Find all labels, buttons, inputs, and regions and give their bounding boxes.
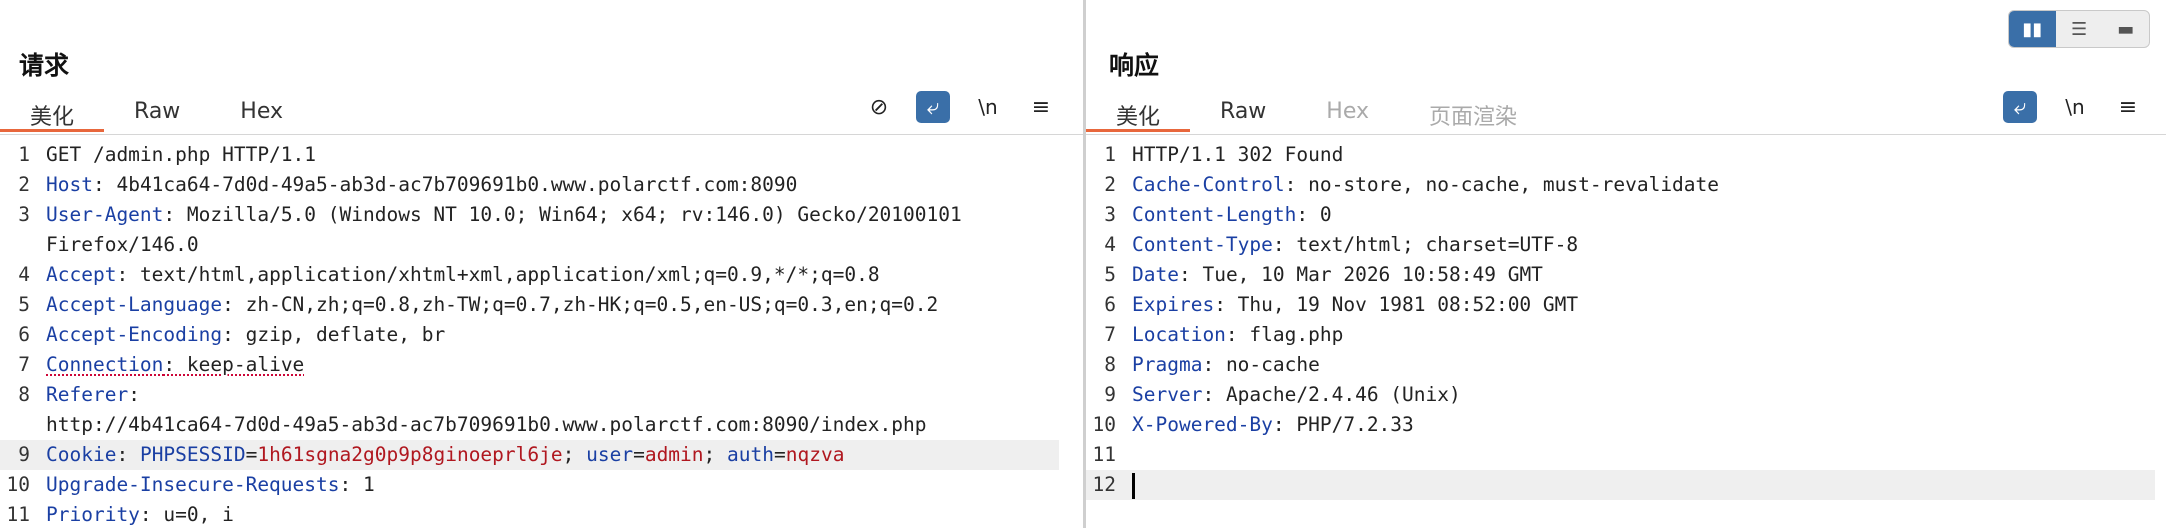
code-line: 10 Upgrade-Insecure-Requests: 1 (6, 473, 375, 496)
request-tabs: 美化 Raw Hex (0, 96, 313, 134)
code-line-cookie: 9 Cookie: PHPSESSID=1h61sgna2g0p9p8ginoep… (0, 440, 1059, 470)
code-line: 2 Host: 4b41ca64-7d0d-49a5-ab3d-ac7b70969… (18, 173, 798, 196)
code-line: 2 Cache-Control: no-store, no-cache, must… (1104, 173, 1720, 196)
request-title: 请求 (19, 51, 70, 80)
tab-pretty[interactable]: 美化 (1086, 96, 1191, 132)
code-line: 4 Accept: text/html,application/xhtml+xml… (18, 263, 880, 286)
code-line: 7 Location: flag.php (1104, 323, 1344, 346)
tab-divider (0, 134, 1083, 135)
request-editor[interactable]: 1 GET /admin.php HTTP/1.1 2 Host: 4b41ca64… (0, 140, 1083, 530)
newline-toggle-button[interactable]: \n (971, 91, 1005, 123)
response-title: 响应 (1109, 51, 1160, 80)
tab-pretty[interactable]: 美化 (0, 96, 105, 132)
code-line: 11 (1092, 443, 1116, 466)
tab-render[interactable]: 页面渲染 (1399, 96, 1547, 131)
word-wrap-icon[interactable]: ⤶ (2003, 91, 2037, 123)
code-line: 8 Pragma: no-cache (1104, 353, 1320, 376)
text-caret (1132, 472, 1135, 499)
tab-hex[interactable]: Hex (1296, 96, 1399, 131)
tab-divider (1086, 134, 2166, 135)
tab-hex[interactable]: Hex (210, 96, 313, 131)
code-line: 3 Content-Length: 0 (1104, 203, 1332, 226)
response-panel: 响应 美化 Raw Hex 页面渲染 ⤶ \n ≡ 1 HTTP/1.1 302 … (1086, 0, 2175, 528)
word-wrap-icon[interactable]: ⤶ (916, 91, 950, 123)
code-line: 11 Priority: u=0, i (6, 503, 234, 526)
tab-raw[interactable]: Raw (1190, 96, 1296, 131)
menu-icon[interactable]: ≡ (1024, 91, 1058, 123)
code-line: 10 X-Powered-By: PHP/7.2.33 (1092, 413, 1414, 436)
code-line-current: 12 (1086, 470, 2155, 500)
response-editor[interactable]: 1 HTTP/1.1 302 Found 2 Cache-Control: no-s… (1086, 140, 2175, 500)
code-line: 5 Date: Tue, 10 Mar 2026 10:58:49 GMT (1104, 263, 1543, 286)
newline-toggle-button[interactable]: \n (2058, 91, 2092, 123)
code-line: 6 Accept-Encoding: gzip, deflate, br (18, 323, 446, 346)
hide-icon[interactable]: ⊘ (862, 91, 896, 123)
tab-raw[interactable]: Raw (104, 96, 210, 131)
menu-icon[interactable]: ≡ (2111, 91, 2145, 123)
request-panel: 请求 美化 Raw Hex ⊘ ⤶ \n ≡ 1 GET /admin.php H… (0, 0, 1083, 528)
response-tabs: 美化 Raw Hex 页面渲染 (1086, 96, 1547, 134)
code-line: 3 User-Agent: Mozilla/5.0 (Windows NT 10.… (18, 203, 962, 226)
code-line: 8 Referer: (18, 383, 140, 406)
code-line: 1 HTTP/1.1 302 Found (1104, 143, 1344, 166)
code-line: 1 GET /admin.php HTTP/1.1 (18, 143, 317, 166)
code-line: 5 Accept-Language: zh-CN,zh;q=0.8,zh-TW;q… (18, 293, 939, 316)
code-line: 9 Server: Apache/2.4.46 (Unix) (1104, 383, 1461, 406)
code-line: 4 Content-Type: text/html; charset=UTF-8 (1104, 233, 1579, 256)
code-line: Firefox/146.0 (46, 233, 199, 256)
code-line: http://4b41ca64-7d0d-49a5-ab3d-ac7b70969… (46, 413, 927, 436)
code-line: 7 Connection: keep-alive (18, 353, 305, 376)
code-line: 6 Expires: Thu, 19 Nov 1981 08:52:00 GMT (1104, 293, 1579, 316)
